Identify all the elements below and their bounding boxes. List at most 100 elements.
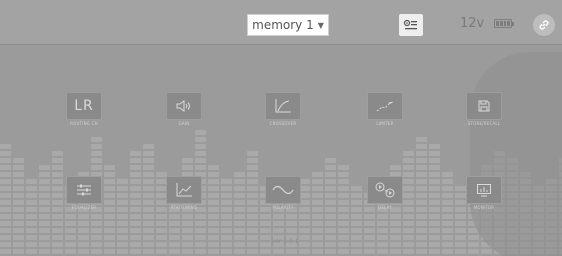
- limiter-tile[interactable]: [367, 92, 403, 120]
- eq-segment: [455, 193, 466, 198]
- eq-segment: [117, 228, 128, 233]
- eq-segment: [182, 235, 193, 240]
- eq-segment: [338, 172, 349, 177]
- crossover-tile[interactable]: [265, 92, 301, 120]
- eq-segment: [13, 186, 24, 191]
- eq-segment: [312, 186, 323, 191]
- eq-segment: [455, 249, 466, 254]
- eq-segment: [39, 179, 50, 184]
- eq-segment: [195, 144, 206, 149]
- eq-segment: [130, 207, 141, 212]
- eq-segment: [455, 214, 466, 219]
- eq-segment: [221, 207, 232, 212]
- eq-segment: [403, 151, 414, 156]
- eq-segment: [377, 221, 388, 226]
- eq-segment: [208, 214, 219, 219]
- eq-segment: [39, 249, 50, 254]
- eq-segment: [247, 228, 258, 233]
- eq-segment: [208, 242, 219, 247]
- eq-segment: [195, 165, 206, 170]
- eq-segment: [286, 221, 297, 226]
- eq-segment: [26, 193, 37, 198]
- eq-segment: [429, 179, 440, 184]
- eq-segment: [325, 207, 336, 212]
- routing-tile[interactable]: LR: [66, 92, 102, 120]
- eq-segment: [182, 242, 193, 247]
- eq-segment: [416, 172, 427, 177]
- eq-segment: [351, 214, 362, 219]
- eq-segment: [13, 172, 24, 177]
- eq-segment: [13, 165, 24, 170]
- top-bar: memory 1 ▼ 12v: [0, 0, 562, 45]
- link-button[interactable]: [533, 14, 555, 36]
- eq-segment: [130, 179, 141, 184]
- eq-segment: [403, 249, 414, 254]
- settings-icon: [403, 19, 417, 30]
- eq-segment: [91, 235, 102, 240]
- eq-segment: [52, 242, 63, 247]
- eq-segment: [195, 221, 206, 226]
- eq-segment: [416, 151, 427, 156]
- save-disk-icon: [478, 100, 490, 112]
- eq-segment: [286, 214, 297, 219]
- polarity-tile-label: POLARITY: [272, 205, 294, 210]
- eq-segment: [247, 186, 258, 191]
- monitor-tile[interactable]: [466, 176, 502, 204]
- equalizer-tile[interactable]: [66, 176, 102, 204]
- eq-segment: [234, 214, 245, 219]
- eq-segment: [156, 214, 167, 219]
- eq-segment: [377, 242, 388, 247]
- eq-segment: [338, 228, 349, 233]
- eq-segment: [117, 193, 128, 198]
- store-tile[interactable]: [466, 92, 502, 120]
- eq-segment: [403, 214, 414, 219]
- settings-button[interactable]: [399, 14, 423, 36]
- eq-segment: [299, 221, 310, 226]
- eq-segment: [234, 172, 245, 177]
- eq-segment: [182, 228, 193, 233]
- delay-tile[interactable]: [367, 176, 403, 204]
- eq-segment: [39, 165, 50, 170]
- memory-select[interactable]: memory 1 ▼: [247, 14, 329, 36]
- eq-segment: [52, 158, 63, 163]
- rta-chart-icon: [176, 183, 192, 197]
- eq-segment: [299, 214, 310, 219]
- eq-segment: [429, 186, 440, 191]
- eq-segment: [143, 242, 154, 247]
- eq-segment: [481, 249, 492, 254]
- eq-segment: [364, 235, 375, 240]
- eq-segment: [13, 200, 24, 205]
- eq-segment: [377, 228, 388, 233]
- eq-segment: [195, 242, 206, 247]
- eq-segment: [0, 242, 11, 247]
- eq-segment: [143, 186, 154, 191]
- rta-tile[interactable]: [166, 176, 202, 204]
- eq-segment: [130, 235, 141, 240]
- eq-segment: [0, 193, 11, 198]
- eq-segment: [78, 221, 89, 226]
- eq-segment: [416, 249, 427, 254]
- eq-segment: [364, 228, 375, 233]
- eq-segment: [39, 221, 50, 226]
- eq-segment: [0, 165, 11, 170]
- eq-segment: [312, 214, 323, 219]
- eq-segment: [169, 228, 180, 233]
- eq-segment: [325, 228, 336, 233]
- eq-segment: [65, 242, 76, 247]
- gain-tile-label: GAIN: [178, 121, 190, 126]
- eq-segment: [416, 165, 427, 170]
- eq-segment: [195, 214, 206, 219]
- eq-segment: [0, 151, 11, 156]
- eq-segment: [429, 207, 440, 212]
- eq-segment: [65, 249, 76, 254]
- eq-segment: [78, 228, 89, 233]
- eq-segment: [39, 172, 50, 177]
- gain-tile[interactable]: [166, 92, 202, 120]
- eq-segment: [442, 214, 453, 219]
- eq-segment: [338, 179, 349, 184]
- eq-segment: [195, 137, 206, 142]
- polarity-tile[interactable]: [265, 176, 301, 204]
- polarity-wave-icon: [272, 185, 294, 195]
- eq-segment: [0, 249, 11, 254]
- eq-segment: [143, 172, 154, 177]
